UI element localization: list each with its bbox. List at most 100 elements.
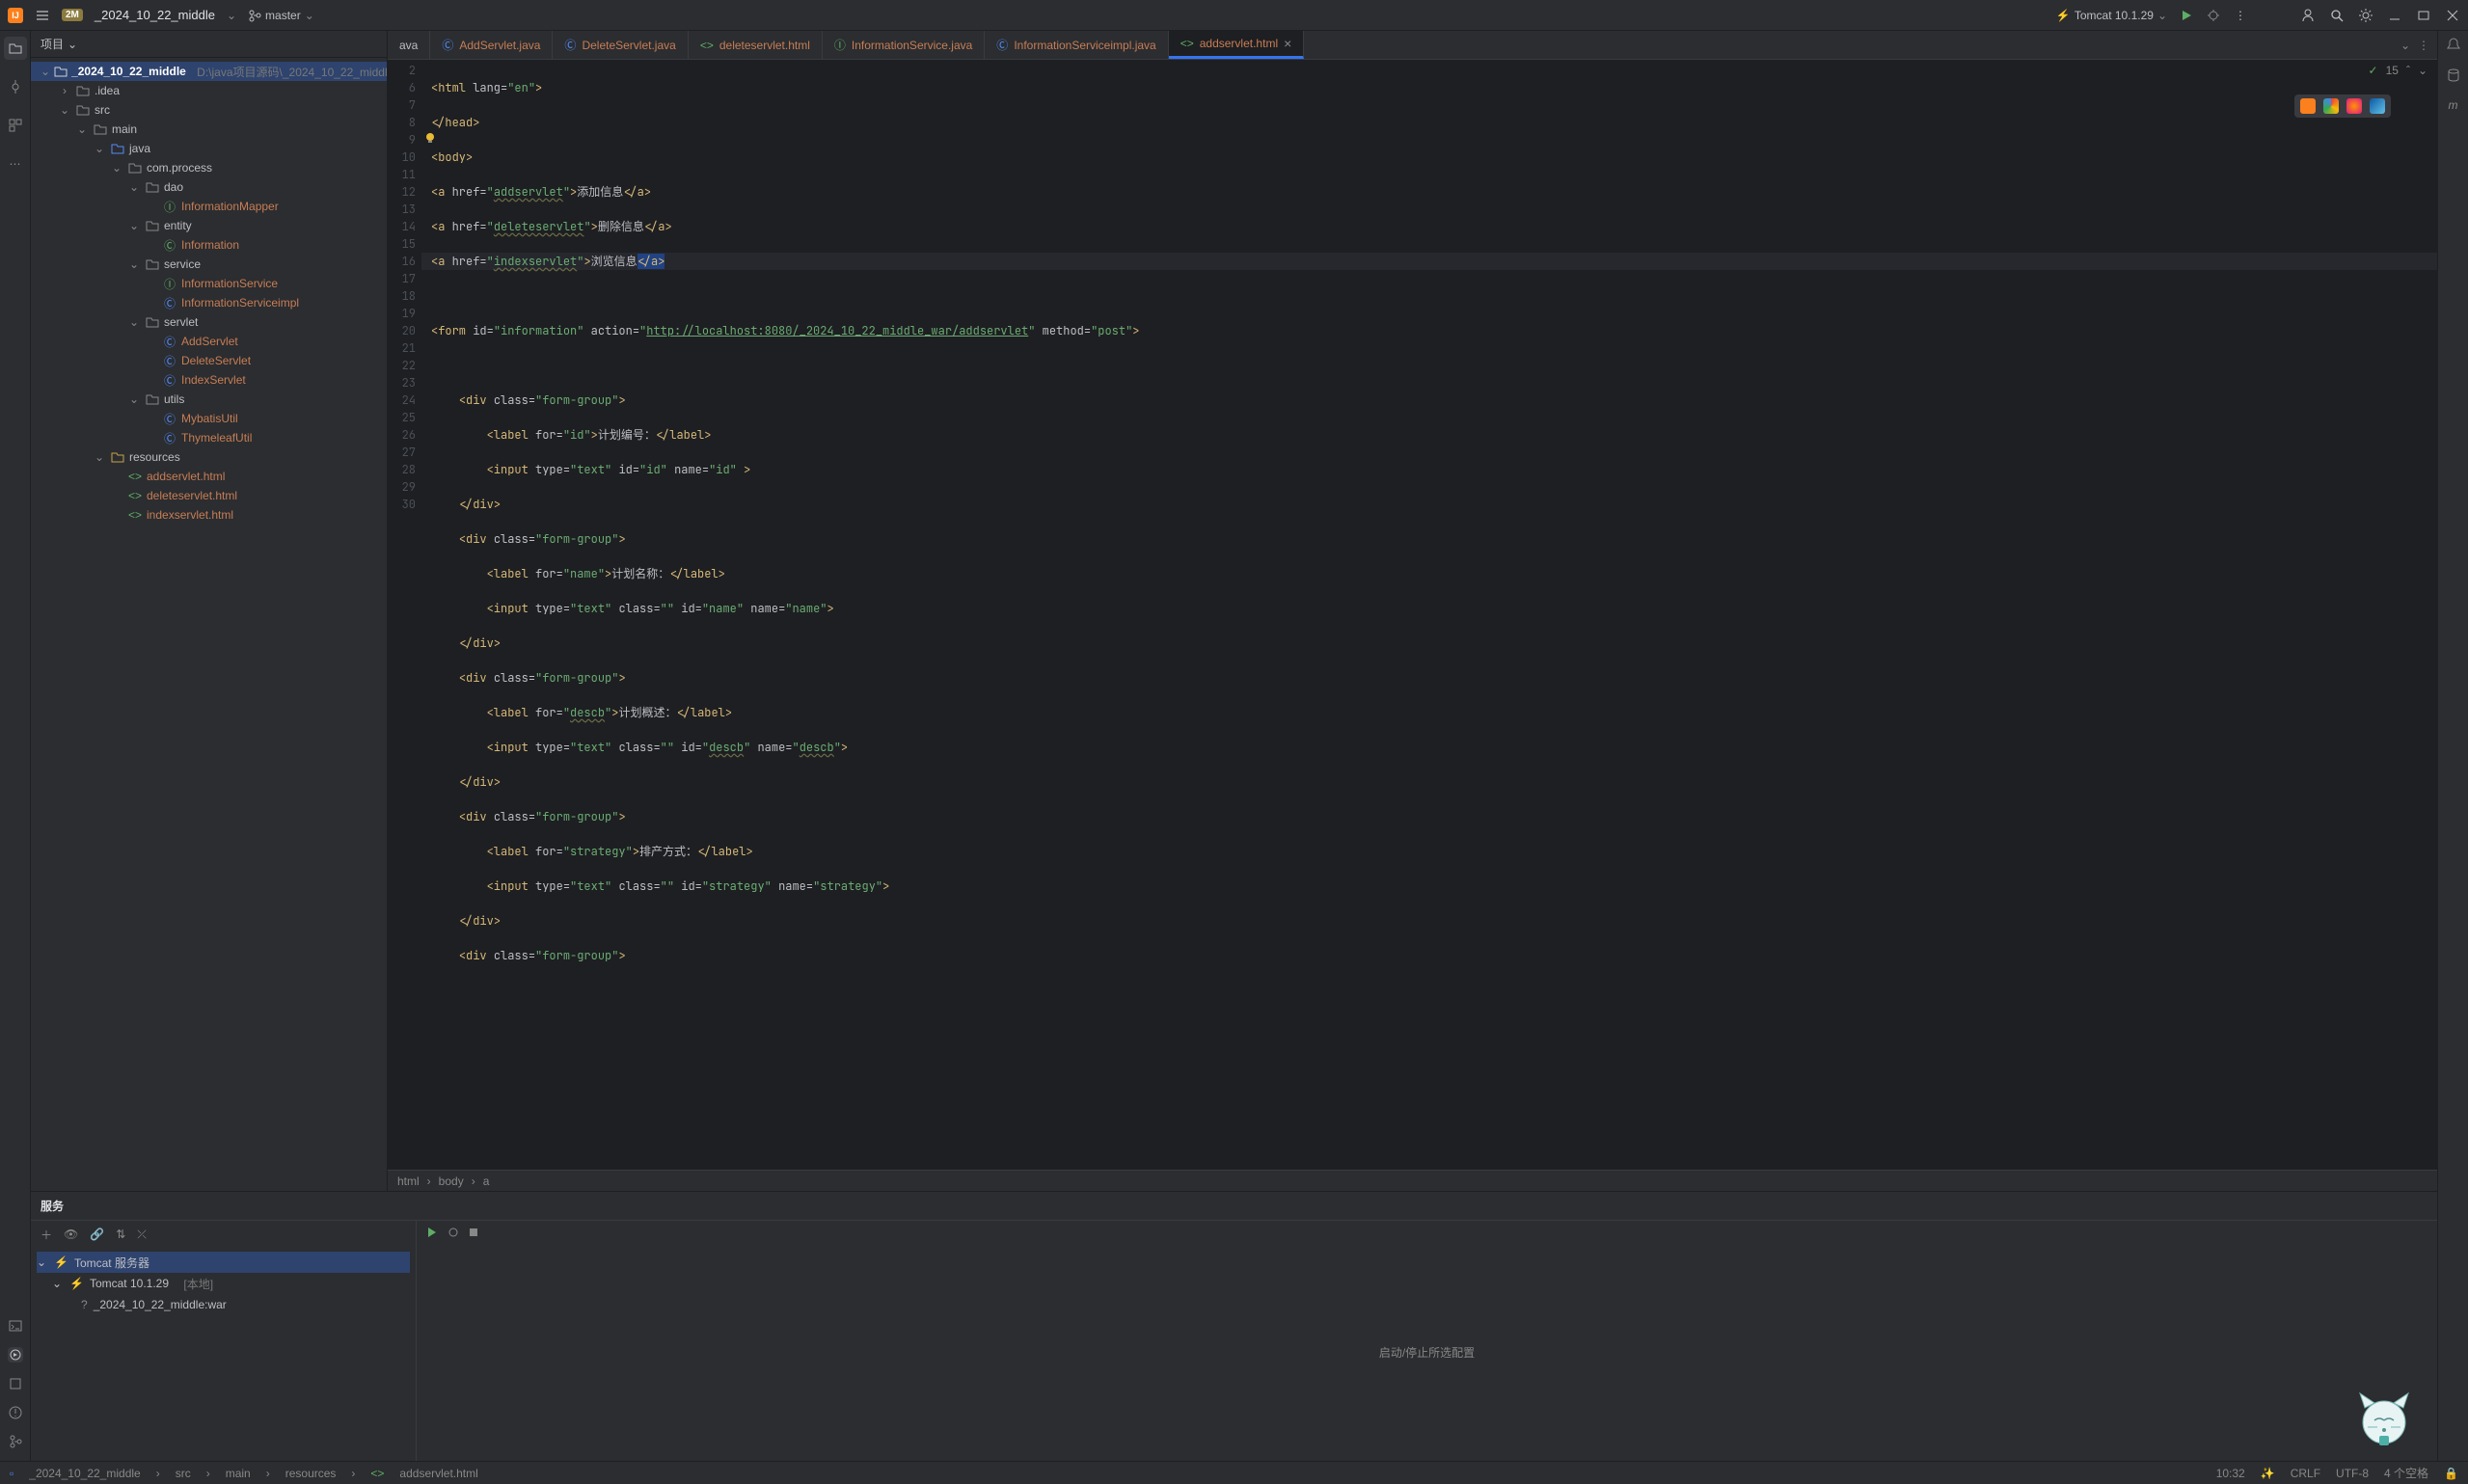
tree-item[interactable]: ⒾInformationService	[31, 274, 387, 293]
minimize-icon[interactable]	[2387, 8, 2402, 23]
tree-item[interactable]: ⒾInformationMapper	[31, 197, 387, 216]
browser-chrome-icon[interactable]	[2323, 98, 2339, 114]
crumb[interactable]: body	[439, 1174, 464, 1188]
crumb[interactable]: html	[397, 1174, 420, 1188]
debug-icon[interactable]	[2206, 8, 2221, 23]
tab[interactable]: <>deleteservlet.html	[689, 31, 823, 59]
tree-item[interactable]: ⌄java	[31, 139, 387, 158]
tree-item[interactable]: ⌄servlet	[31, 312, 387, 332]
cursor-pos[interactable]: 10:32	[2216, 1467, 2245, 1480]
link-icon[interactable]: 🔗	[90, 1228, 104, 1241]
editor-tabs: ava ⒸAddServlet.java ⒸDeleteServlet.java…	[388, 31, 2437, 60]
tab-close-icon[interactable]: ×	[1284, 36, 1291, 51]
tab[interactable]: ⒸDeleteServlet.java	[553, 31, 688, 59]
chevron-down-icon[interactable]: ⌄	[227, 9, 236, 22]
project-name[interactable]: _2024_10_22_middle	[95, 8, 215, 22]
ai-icon[interactable]: ✨	[2261, 1467, 2275, 1480]
run-config[interactable]: ⚡ Tomcat 10.1.29 ⌄	[2056, 9, 2167, 22]
tree-item[interactable]: ⌄service	[31, 255, 387, 274]
maximize-icon[interactable]	[2416, 8, 2431, 23]
tree-item[interactable]: ⌄utils	[31, 390, 387, 409]
build-icon[interactable]	[8, 1376, 23, 1391]
tree-item[interactable]: ⌄src	[31, 100, 387, 120]
tree-item[interactable]: ⒸMybatisUtil	[31, 409, 387, 428]
crumb[interactable]: src	[176, 1467, 191, 1480]
crumb[interactable]: a	[483, 1174, 490, 1188]
gear-icon[interactable]	[2358, 8, 2373, 23]
tree-item[interactable]: ⒸIndexServlet	[31, 370, 387, 390]
bulb-icon[interactable]	[423, 131, 437, 145]
menu-icon[interactable]	[35, 8, 50, 23]
tree-item[interactable]: ⒸAddServlet	[31, 332, 387, 351]
project-tree[interactable]: ⌄_2024_10_22_middle D:\java项目源码\_2024_10…	[31, 58, 387, 1191]
eye-icon[interactable]: 👁	[64, 1228, 78, 1241]
crumb[interactable]: main	[226, 1467, 251, 1480]
vcs-branch[interactable]: master ⌄	[248, 9, 314, 22]
commit-tool-icon[interactable]	[4, 75, 27, 98]
more-tools-icon[interactable]: ⋯	[4, 152, 27, 175]
tree-item[interactable]: ⌄resources	[31, 447, 387, 467]
more-icon[interactable]: ⋮	[2233, 8, 2248, 23]
server-node[interactable]: ⌄⚡Tomcat 10.1.29 [本地]	[37, 1273, 410, 1294]
debug-icon[interactable]	[447, 1227, 459, 1238]
browser-intellij-icon[interactable]	[2300, 98, 2316, 114]
tree-item[interactable]: ⌄entity	[31, 216, 387, 235]
server-root[interactable]: ⌄⚡Tomcat 服务器	[37, 1252, 410, 1273]
run-icon[interactable]	[2179, 8, 2194, 23]
tree-item[interactable]: <>indexservlet.html	[31, 505, 387, 525]
indent[interactable]: 4 个空格	[2384, 1465, 2428, 1481]
lock-icon[interactable]: 🔒	[2444, 1467, 2458, 1480]
artifact-node[interactable]: ?_2024_10_22_middle:war	[37, 1294, 410, 1315]
more-icon[interactable]: ⋮	[2418, 39, 2429, 52]
editor-indicators[interactable]: ✓15 ˆ⌄	[2369, 64, 2427, 77]
tree-item[interactable]: ⒸThymeleafUtil	[31, 428, 387, 447]
run-icon[interactable]	[426, 1227, 438, 1238]
encoding[interactable]: UTF-8	[2336, 1467, 2369, 1480]
maven-icon[interactable]: m	[2449, 98, 2458, 112]
tab-active[interactable]: <>addservlet.html×	[1169, 31, 1305, 59]
chevron-down-icon[interactable]: ⌄	[2400, 39, 2410, 52]
tree-item[interactable]: <>addservlet.html	[31, 467, 387, 486]
add-icon[interactable]: ＋	[41, 1227, 52, 1243]
tree-item[interactable]: <>deleteservlet.html	[31, 486, 387, 505]
tree-item[interactable]: ⌄dao	[31, 177, 387, 197]
expand-icon[interactable]: ⇅	[116, 1228, 125, 1241]
sidebar-header[interactable]: 项目 ⌄	[31, 31, 387, 58]
crumb[interactable]: addservlet.html	[399, 1467, 477, 1480]
tree-item[interactable]: ›.idea	[31, 81, 387, 100]
services-icon[interactable]	[8, 1347, 23, 1363]
tree-item[interactable]: ⒸInformation	[31, 235, 387, 255]
tab[interactable]: ava	[388, 31, 430, 59]
structure-tool-icon[interactable]	[4, 114, 27, 137]
tree-root[interactable]: ⌄_2024_10_22_middle D:\java项目源码\_2024_10…	[31, 62, 387, 81]
tree-item[interactable]: ⌄main	[31, 120, 387, 139]
close-icon[interactable]	[2445, 8, 2460, 23]
tab[interactable]: ⒾInformationService.java	[823, 31, 985, 59]
services-tree[interactable]: ⌄⚡Tomcat 服务器 ⌄⚡Tomcat 10.1.29 [本地] ?_202…	[31, 1248, 416, 1461]
tree-item[interactable]: ⒸInformationServiceimpl	[31, 293, 387, 312]
editor-body[interactable]: ✓15 ˆ⌄ 267891011121314151617181920212223…	[388, 60, 2437, 1170]
tree-item[interactable]: ⌄com.process	[31, 158, 387, 177]
tab[interactable]: ⒸInformationServiceimpl.java	[985, 31, 1168, 59]
project-tool-icon[interactable]	[4, 37, 27, 60]
db-icon[interactable]	[2446, 67, 2461, 83]
terminal-icon[interactable]	[8, 1318, 23, 1334]
browser-edge-icon[interactable]	[2370, 98, 2385, 114]
problems-icon[interactable]	[8, 1405, 23, 1420]
vcs-icon[interactable]	[8, 1434, 23, 1449]
tree-item[interactable]: ⒸDeleteServlet	[31, 351, 387, 370]
search-icon[interactable]	[2329, 8, 2345, 23]
collapse-icon[interactable]: ⤫	[137, 1228, 147, 1242]
gutter: 2678910111213141516171819202122232425262…	[388, 60, 421, 1170]
breadcrumb[interactable]: html› body› a	[388, 1170, 2437, 1191]
collab-icon[interactable]	[2300, 8, 2316, 23]
services-title[interactable]: 服务	[31, 1192, 2437, 1220]
crumb[interactable]: _2024_10_22_middle	[29, 1467, 140, 1480]
tab[interactable]: ⒸAddServlet.java	[430, 31, 553, 59]
code-area[interactable]: <html lang="en"> </head> <body> <a href=…	[421, 60, 2437, 1170]
stop-icon[interactable]	[469, 1228, 478, 1237]
notifications-icon[interactable]	[2446, 37, 2461, 52]
eol[interactable]: CRLF	[2291, 1467, 2320, 1480]
crumb[interactable]: resources	[285, 1467, 337, 1480]
browser-firefox-icon[interactable]	[2346, 98, 2362, 114]
